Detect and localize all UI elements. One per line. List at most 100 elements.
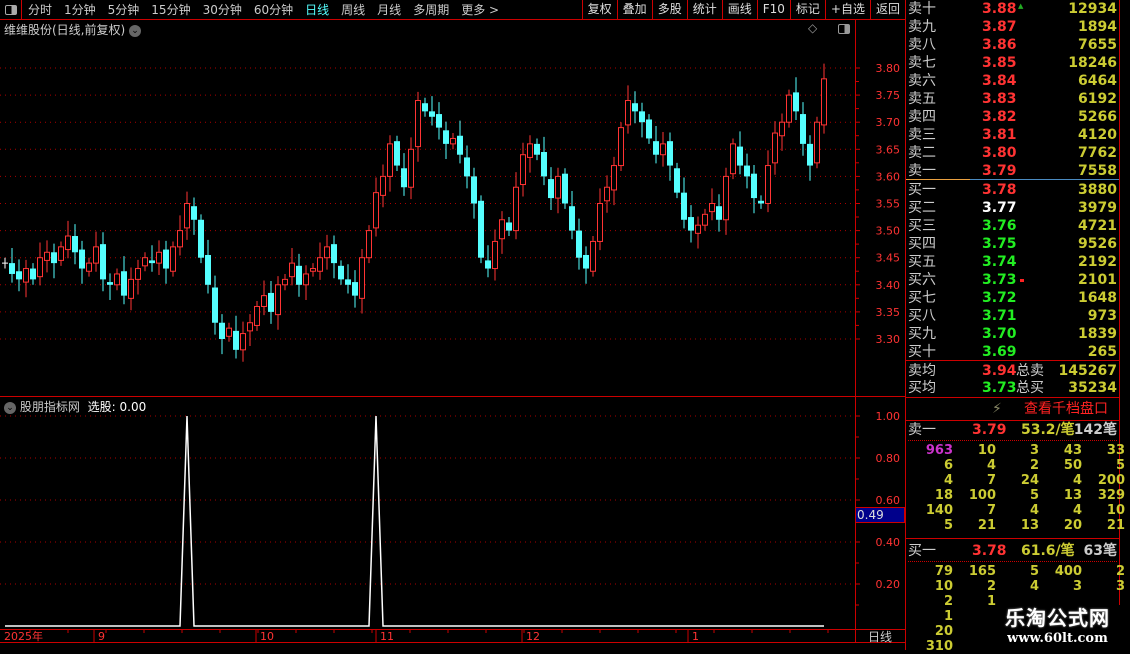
candle — [772, 121, 778, 175]
date-label: 1 — [692, 630, 699, 643]
order-size: 400 — [1054, 564, 1082, 579]
date-label: 9 — [98, 630, 105, 643]
order-row[interactable]: 卖三 3.81 4120 — [906, 126, 1119, 144]
order-row[interactable]: 卖二 3.80 7762 — [906, 144, 1119, 162]
order-size: 140 — [925, 503, 953, 518]
order-size: 3 — [1029, 443, 1039, 458]
detail-grid-row: 10 2 4 3 3 — [906, 579, 1125, 594]
order-row[interactable]: 卖七 3.85 18246 — [906, 54, 1119, 72]
candle — [779, 113, 785, 151]
order-row[interactable]: 买均 3.73 总买 35234 — [906, 379, 1119, 397]
order-row[interactable]: 买一 3.78 3880 — [906, 181, 1119, 199]
candle — [457, 120, 463, 164]
level-price: 3.69 — [982, 344, 1017, 360]
candle — [296, 253, 302, 297]
candle — [667, 132, 673, 181]
candlestick-chart[interactable]: 3.80 3.75 3.70 3.65 3.60 3.55 3.50 3.45 3.40 3.35… — [0, 0, 905, 650]
order-size: 18 — [934, 488, 953, 503]
order-row[interactable]: 卖六 3.84 6464 — [906, 72, 1119, 90]
candle — [541, 136, 547, 186]
dotted-divider — [908, 561, 1117, 562]
order-row[interactable]: 卖一 3.79 7558 — [906, 162, 1119, 180]
level-label: 卖五 — [908, 91, 936, 107]
order-row[interactable]: 卖均 3.94 总卖 145267 — [906, 362, 1119, 380]
candle — [590, 236, 596, 277]
thousand-level-label[interactable]: 查看千档盘口 — [1024, 400, 1108, 418]
order-row[interactable]: 买二 3.77 3979 — [906, 199, 1119, 217]
level-price: 3.77 — [982, 200, 1017, 216]
watermark-logo: 乐淘公式网 www.60lt.com — [985, 605, 1130, 650]
level-volume: 2101 — [1078, 272, 1117, 288]
candle — [485, 245, 491, 278]
level-volume: 1839 — [1078, 326, 1117, 342]
candle — [408, 137, 414, 200]
order-size: 6 — [943, 458, 953, 473]
candle — [429, 96, 435, 126]
candle — [177, 215, 183, 256]
level-volume: 12934 — [1068, 1, 1117, 17]
candle — [366, 225, 372, 264]
level-label: 卖八 — [908, 37, 936, 53]
level-label: 买九 — [908, 326, 936, 342]
order-size: 2 — [1115, 564, 1125, 579]
thousand-level-link[interactable]: ⚡ 查看千档盘口 — [906, 400, 1119, 418]
order-row[interactable]: 买三 3.76 4721 — [906, 217, 1119, 235]
order-row[interactable]: 卖九 3.87 1894 — [906, 18, 1119, 36]
order-row[interactable]: 买四 3.75 9526 — [906, 235, 1119, 253]
candle — [499, 211, 505, 254]
chevron-down-icon[interactable]: ⌄ — [4, 401, 16, 414]
level-volume: 35234 — [1068, 380, 1117, 396]
indicator-tick-label: 0.80 — [876, 452, 901, 465]
order-row[interactable]: 买六 3.73 2101 — [906, 271, 1119, 289]
order-size: 43 — [1063, 443, 1082, 458]
detail-label: 买一 — [908, 543, 936, 559]
candle — [506, 217, 512, 237]
level-volume: 5266 — [1078, 109, 1117, 125]
candle — [646, 114, 652, 144]
candle — [373, 177, 379, 237]
order-row[interactable]: 卖十 3.88 12934 ▲ — [906, 0, 1119, 18]
indicator-line — [5, 415, 824, 627]
level-price: 3.88 — [982, 1, 1017, 17]
candle — [114, 268, 120, 291]
level-volume: 7655 — [1078, 37, 1117, 53]
side-panel-edge — [1120, 0, 1130, 650]
level-price: 3.86 — [982, 37, 1017, 53]
indicator-value: 选股: 0.00 — [87, 400, 147, 414]
candle — [702, 208, 708, 231]
level-label2: 总卖 — [1016, 363, 1044, 379]
candle — [674, 162, 680, 199]
price-tick-label: 3.45 — [876, 252, 901, 265]
candle — [331, 235, 337, 279]
order-row[interactable]: 卖八 3.86 7655 — [906, 36, 1119, 54]
candle — [2, 257, 8, 269]
level-price: 3.94 — [982, 363, 1017, 379]
candle — [632, 91, 638, 124]
order-row[interactable]: 买八 3.71 973 — [906, 307, 1119, 325]
order-row[interactable]: 买九 3.70 1839 — [906, 325, 1119, 343]
candle — [23, 259, 29, 298]
level-price: 3.81 — [982, 127, 1017, 143]
order-size: 50 — [1063, 458, 1082, 473]
order-row[interactable]: 买七 3.72 1648 — [906, 289, 1119, 307]
level-label: 卖六 — [908, 73, 936, 89]
level-label: 卖十 — [908, 1, 936, 17]
level-price: 3.83 — [982, 91, 1017, 107]
candle — [219, 314, 225, 355]
level-volume: 6192 — [1078, 91, 1117, 107]
order-row[interactable]: 买五 3.74 2192 — [906, 253, 1119, 271]
order-size: 1 — [943, 609, 953, 624]
indicator-tick-label: 0.60 — [876, 494, 901, 507]
indicator-tick-label: 1.00 — [876, 410, 901, 423]
level-volume: 3880 — [1078, 182, 1117, 198]
level-price: 3.75 — [982, 236, 1017, 252]
level-label: 买四 — [908, 236, 936, 252]
date-label: 2025年 — [4, 629, 43, 643]
order-row[interactable]: 卖五 3.83 6192 — [906, 90, 1119, 108]
order-size: 3 — [1115, 579, 1125, 594]
candle — [198, 214, 204, 264]
candle — [464, 145, 470, 189]
order-row[interactable]: 买十 3.69 265 — [906, 343, 1119, 361]
order-size: 2 — [986, 579, 996, 594]
order-row[interactable]: 卖四 3.82 5266 — [906, 108, 1119, 126]
